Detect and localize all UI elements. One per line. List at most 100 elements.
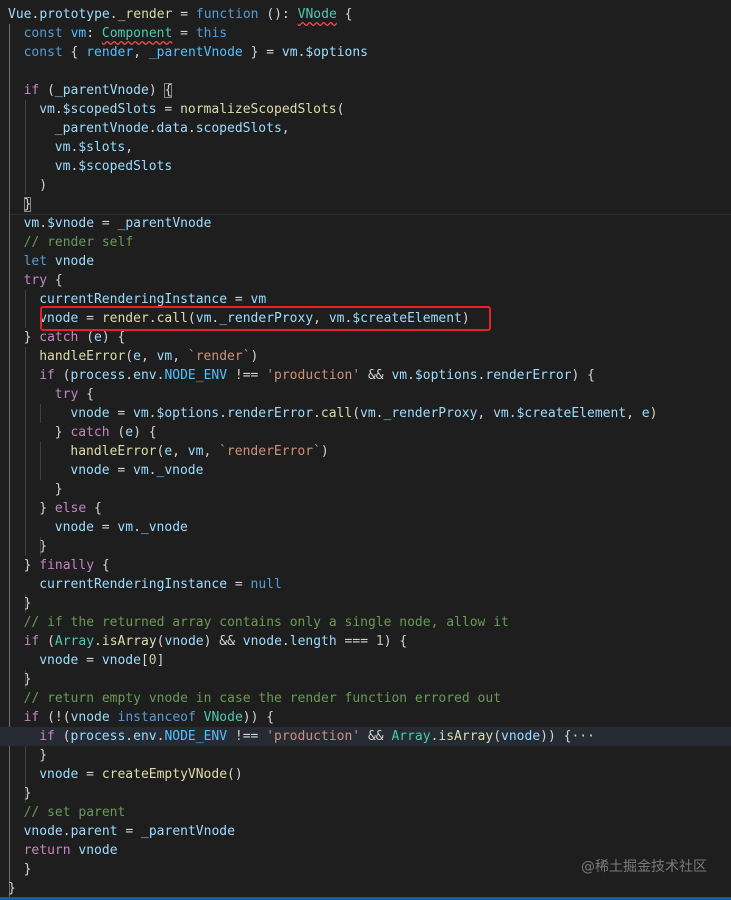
code-line[interactable]: currentRenderingInstance = null bbox=[0, 575, 731, 594]
code-line[interactable]: if (!(vnode instanceof VNode)) { bbox=[0, 708, 731, 727]
code-line-text: if (_parentVnode) { bbox=[24, 81, 173, 100]
code-line[interactable]: vnode = vm._vnode bbox=[0, 461, 731, 480]
code-token: . bbox=[94, 634, 102, 649]
code-line[interactable]: } bbox=[0, 594, 731, 613]
code-token: _renderProxy bbox=[383, 406, 478, 421]
code-token: process bbox=[70, 729, 126, 744]
code-token: = bbox=[94, 216, 118, 231]
code-line[interactable]: vm.$vnode = _parentVnode bbox=[0, 214, 731, 233]
code-line[interactable]: // return empty vnode in case the render… bbox=[0, 689, 731, 708]
code-token: // render self bbox=[23, 235, 134, 250]
code-line[interactable]: // if the returned array contains only a… bbox=[0, 613, 731, 632]
code-token: $vnode bbox=[47, 216, 95, 231]
code-token: (): bbox=[258, 7, 298, 22]
code-token: vm bbox=[54, 159, 71, 174]
code-line-text: handleError(e, vm, `renderError`) bbox=[70, 442, 328, 461]
code-token: vnode bbox=[54, 254, 95, 269]
code-token: catch bbox=[70, 425, 110, 440]
code-token: try bbox=[23, 273, 48, 288]
code-token: = bbox=[93, 520, 118, 535]
code-line[interactable]: } else { bbox=[0, 499, 731, 518]
code-line[interactable]: handleError(e, vm, `renderError`) bbox=[0, 442, 731, 461]
code-line[interactable]: // render self bbox=[0, 233, 731, 252]
code-token: isArray bbox=[101, 634, 157, 649]
code-line-current[interactable]: if (process.env.NODE_ENV !== 'production… bbox=[0, 727, 731, 746]
code-line[interactable]: let vnode bbox=[0, 252, 731, 271]
code-line[interactable]: vm.$scopedSlots = normalizeScopedSlots( bbox=[0, 100, 731, 119]
code-line[interactable]: // set parent bbox=[0, 803, 731, 822]
code-line[interactable]: ) bbox=[0, 176, 731, 195]
code-line[interactable]: } catch (e) { bbox=[0, 328, 731, 347]
code-token: , bbox=[313, 311, 329, 326]
code-line[interactable]: const vm: Component = this bbox=[0, 24, 731, 43]
code-line[interactable]: vnode = render.call(vm._renderProxy, vm.… bbox=[0, 309, 731, 328]
code-token: ( bbox=[78, 330, 95, 345]
code-token: = bbox=[172, 7, 196, 22]
code-token: { bbox=[94, 558, 110, 573]
code-token: $scopedSlots bbox=[78, 159, 173, 174]
code-line-text: if (Array.isArray(vnode) && vnode.length… bbox=[24, 632, 408, 651]
code-token: = bbox=[78, 311, 102, 326]
code-line[interactable]: } bbox=[0, 195, 731, 214]
code-token: } bbox=[39, 539, 48, 554]
code-token: VNode bbox=[203, 710, 243, 725]
code-line[interactable]: } bbox=[0, 784, 731, 803]
code-token: Component bbox=[101, 26, 173, 41]
code-line[interactable] bbox=[0, 62, 731, 81]
code-line-text: // if the returned array contains only a… bbox=[24, 613, 509, 632]
code-line-text: try { bbox=[55, 385, 94, 404]
code-token: if bbox=[23, 83, 40, 98]
code-token: ( bbox=[54, 729, 71, 744]
code-line-text: } catch (e) { bbox=[55, 423, 157, 442]
code-line-text: handleError(e, vm, `render`) bbox=[39, 347, 258, 366]
folded-region-ellipsis[interactable]: ··· bbox=[571, 729, 594, 744]
code-token: scopedSlots bbox=[195, 121, 282, 136]
code-token: } bbox=[8, 881, 16, 896]
code-line[interactable]: vm.$slots, bbox=[0, 138, 731, 157]
code-line[interactable]: if (Array.isArray(vnode) && vnode.length… bbox=[0, 632, 731, 651]
code-line[interactable]: vm.$scopedSlots bbox=[0, 157, 731, 176]
code-token: ) { bbox=[383, 634, 408, 649]
code-line[interactable]: } bbox=[0, 537, 731, 556]
code-line[interactable]: } bbox=[0, 670, 731, 689]
code-line[interactable]: } bbox=[0, 480, 731, 499]
code-token: env bbox=[133, 368, 157, 383]
code-line[interactable]: _parentVnode.data.scopedSlots, bbox=[0, 119, 731, 138]
code-token: . bbox=[407, 368, 415, 383]
code-editor[interactable]: Vue.prototype._render = function (): VNo… bbox=[0, 0, 731, 900]
fold-separator bbox=[10, 214, 731, 215]
code-token: VNode bbox=[297, 7, 337, 22]
code-line[interactable]: } bbox=[0, 879, 731, 898]
code-line-text: } catch (e) { bbox=[24, 328, 126, 347]
code-line-text: } bbox=[55, 480, 63, 499]
code-line[interactable]: } bbox=[0, 746, 731, 765]
code-token: NODE_ENV bbox=[164, 368, 228, 383]
code-line[interactable]: vnode.parent = _parentVnode bbox=[0, 822, 731, 841]
code-line[interactable]: vnode = vm.$options.renderError.call(vm.… bbox=[0, 404, 731, 423]
code-line[interactable]: } catch (e) { bbox=[0, 423, 731, 442]
code-line[interactable]: try { bbox=[0, 271, 731, 290]
code-line[interactable]: if (_parentVnode) { bbox=[0, 81, 731, 100]
code-token: ] bbox=[156, 653, 165, 668]
code-token: ) bbox=[320, 444, 329, 459]
code-token: } bbox=[23, 786, 32, 801]
code-line[interactable]: const { render, _parentVnode } = vm.$opt… bbox=[0, 43, 731, 62]
code-token: && bbox=[360, 729, 392, 744]
code-line[interactable]: } finally { bbox=[0, 556, 731, 575]
code-token: . bbox=[62, 824, 71, 839]
code-line-text: if (process.env.NODE_ENV !== 'production… bbox=[39, 366, 595, 385]
code-token: } bbox=[23, 672, 32, 687]
code-line[interactable]: if (process.env.NODE_ENV !== 'production… bbox=[0, 366, 731, 385]
code-line[interactable]: vnode = createEmptyVNode() bbox=[0, 765, 731, 784]
code-token: if bbox=[23, 634, 40, 649]
code-line[interactable]: try { bbox=[0, 385, 731, 404]
code-line[interactable]: handleError(e, vm, `render`) bbox=[0, 347, 731, 366]
code-line[interactable]: vnode = vnode[0] bbox=[0, 651, 731, 670]
code-token: ) bbox=[649, 406, 658, 421]
code-line[interactable]: Vue.prototype._render = function (): VNo… bbox=[0, 5, 731, 24]
code-line-text: } bbox=[39, 746, 47, 765]
code-line[interactable]: vnode = vm._vnode bbox=[0, 518, 731, 537]
code-line-text: Vue.prototype._render = function (): VNo… bbox=[8, 5, 352, 24]
code-token: } bbox=[23, 558, 40, 573]
code-line[interactable]: currentRenderingInstance = vm bbox=[0, 290, 731, 309]
